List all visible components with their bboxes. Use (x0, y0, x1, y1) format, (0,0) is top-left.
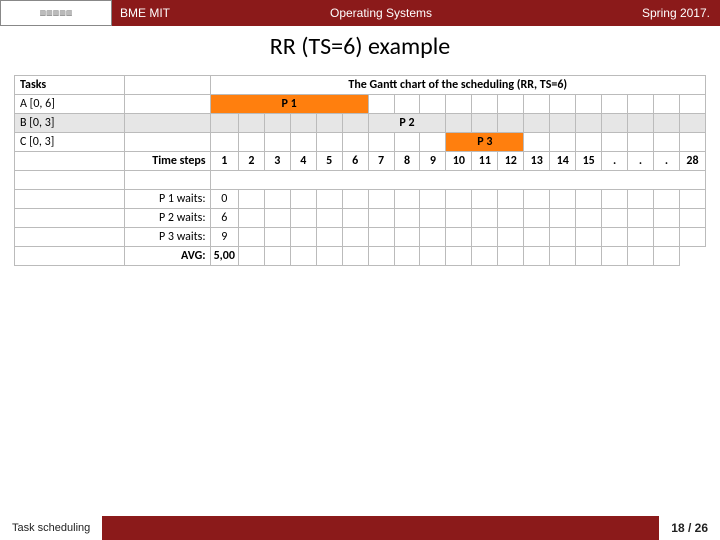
chart-title: The Gantt chart of the scheduling (RR, T… (210, 76, 705, 95)
table-row: C [0, 3] P 3 (15, 133, 706, 152)
footer-bar: Task scheduling 18 / 26 (0, 516, 720, 540)
time-step: 14 (550, 152, 576, 171)
gantt-bar: P 1 (210, 95, 368, 114)
header-org: BME MIT (120, 6, 300, 20)
time-step: 3 (264, 152, 290, 171)
time-step: 7 (368, 152, 394, 171)
time-step: . (653, 152, 679, 171)
header-bar: ▥▥▥▥▥ BME MIT Operating Systems Spring 2… (0, 0, 720, 26)
time-step: . (602, 152, 628, 171)
task-name: A [0, 6] (15, 95, 125, 114)
gantt-chart: Tasks The Gantt chart of the scheduling … (14, 75, 706, 266)
header-course: Operating Systems (300, 6, 642, 20)
avg-value: 5,00 (210, 247, 238, 266)
time-step: 6 (342, 152, 368, 171)
time-step: 10 (446, 152, 472, 171)
table-header-row: Tasks The Gantt chart of the scheduling … (15, 76, 706, 95)
wait-value: 0 (210, 190, 238, 209)
task-name: B [0, 3] (15, 114, 125, 133)
wait-row: P 1 waits:0 (15, 190, 706, 209)
footer-topic: Task scheduling (0, 516, 102, 540)
time-steps-row: Time steps 123456789101112131415...28 (15, 152, 706, 171)
time-step: 4 (290, 152, 316, 171)
wait-row: P 3 waits:9 (15, 228, 706, 247)
time-step: 13 (524, 152, 550, 171)
time-step: 9 (420, 152, 446, 171)
wait-value: 9 (210, 228, 238, 247)
logo-box: ▥▥▥▥▥ (0, 0, 112, 26)
gantt-bar: P 2 (368, 114, 446, 133)
wait-label: P 1 waits: (124, 190, 210, 209)
wait-value: 6 (210, 209, 238, 228)
table-row: B [0, 3] P 2 (15, 114, 706, 133)
slide-title: RR (TS=6) example (0, 32, 720, 61)
blank-row (15, 171, 706, 190)
time-steps-label: Time steps (124, 152, 210, 171)
gantt-bar: P 3 (446, 133, 524, 152)
footer-page-number: 18 / 26 (659, 516, 720, 540)
wait-row: P 2 waits:6 (15, 209, 706, 228)
time-step: 12 (498, 152, 524, 171)
time-step: 1 (210, 152, 238, 171)
tasks-header: Tasks (15, 76, 125, 95)
time-step: 8 (394, 152, 420, 171)
time-step: . (628, 152, 654, 171)
task-name: C [0, 3] (15, 133, 125, 152)
time-step: 15 (576, 152, 602, 171)
avg-row: AVG: 5,00 (15, 247, 706, 266)
gantt-table: Tasks The Gantt chart of the scheduling … (14, 75, 706, 266)
wait-label: P 3 waits: (124, 228, 210, 247)
university-logo-icon: ▥▥▥▥▥ (39, 9, 72, 17)
spacer-header (124, 76, 210, 95)
wait-label: P 2 waits: (124, 209, 210, 228)
header-term: Spring 2017. (642, 6, 710, 20)
table-row: A [0, 6] P 1 (15, 95, 706, 114)
time-step: 5 (316, 152, 342, 171)
time-step: 28 (679, 152, 705, 171)
time-step: 11 (472, 152, 498, 171)
time-step: 2 (238, 152, 264, 171)
avg-label: AVG: (124, 247, 210, 266)
